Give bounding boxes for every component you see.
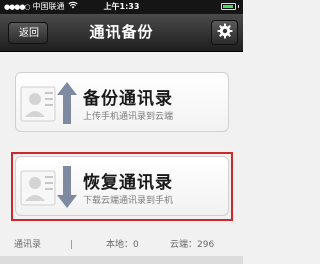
contact-upload-icon <box>19 79 81 131</box>
local-count: 本地：0 <box>106 240 139 250</box>
status-time: 上午1:33 <box>103 2 140 11</box>
cloud-count: 云端：296 <box>170 240 215 250</box>
navigation-bar: 返回 通讯备份 <box>0 14 243 52</box>
gear-icon <box>217 23 233 43</box>
contact-stats-bar: 通讯录 | 本地：0 云端：296 <box>0 236 243 254</box>
backup-card-title: 备份通讯录 <box>83 89 173 109</box>
page-title: 通讯备份 <box>89 23 154 41</box>
stats-separator: | <box>70 240 74 250</box>
status-bar: ●●●●○ 中国联通 上午1:33 <box>0 0 243 14</box>
contacts-label: 通讯录 <box>14 240 42 250</box>
bottom-strip <box>0 256 243 264</box>
backup-card-subtitle: 上传手机通讯录到云端 <box>83 112 174 122</box>
settings-button[interactable] <box>211 20 238 45</box>
backup-contacts-card[interactable]: 备份通讯录 上传手机通讯录到云端 <box>15 72 229 132</box>
highlight-frame <box>11 152 233 221</box>
battery-icon <box>221 3 239 10</box>
